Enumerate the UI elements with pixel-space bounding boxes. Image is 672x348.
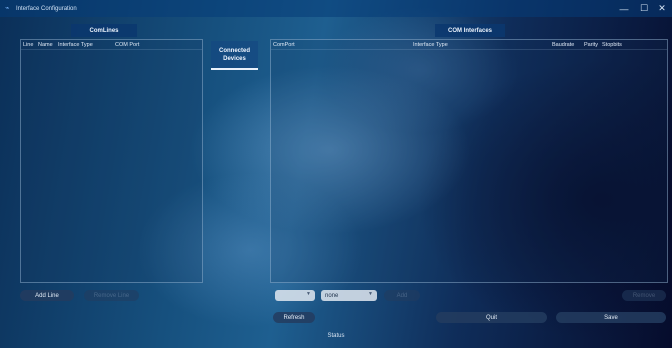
com-interfaces-table[interactable]: ComPort Interface Type Baudrate Parity S… (270, 39, 668, 283)
com-interfaces-column-headers: ComPort Interface Type Baudrate Parity S… (271, 40, 667, 50)
interface-type-select[interactable]: none ▼ (321, 290, 377, 301)
save-button[interactable]: Save (556, 312, 666, 323)
tab-connected-devices[interactable]: Connected Devices (211, 41, 258, 70)
remove-interface-button[interactable]: Remove (622, 290, 666, 301)
add-line-button[interactable]: Add Line (20, 290, 74, 301)
comlines-table[interactable]: Line Name Interface Type COM Port (20, 39, 203, 283)
com-port-select[interactable]: ▼ (275, 290, 315, 301)
column-header-com-port[interactable]: COM Port (115, 42, 155, 48)
maximize-button[interactable]: ☐ (634, 0, 654, 17)
column-header-stopbits[interactable]: Stopbits (602, 42, 632, 48)
column-header-interface-type[interactable]: Interface Type (58, 42, 115, 48)
add-interface-button[interactable]: Add (384, 290, 420, 301)
column-header-parity[interactable]: Parity (584, 42, 602, 48)
title-bar: ⌁ Interface Configuration (0, 0, 672, 17)
status-text: Status (327, 333, 345, 339)
window-title: Interface Configuration (16, 5, 77, 12)
close-button[interactable]: ✕ (652, 0, 672, 17)
tab-label-line1: Connected (218, 47, 250, 54)
comlines-header: ComLines (71, 24, 137, 37)
chevron-down-icon: ▼ (368, 291, 373, 297)
maximize-icon: ☐ (639, 3, 649, 13)
close-icon: ✕ (658, 3, 666, 13)
chevron-down-icon: ▼ (306, 291, 311, 297)
com-interfaces-header: COM Interfaces (435, 24, 505, 37)
minimize-icon: — (619, 3, 629, 14)
minimize-button[interactable]: — (614, 0, 634, 17)
tab-label-line2: Devices (223, 55, 246, 62)
refresh-button[interactable]: Refresh (273, 312, 315, 323)
quit-button[interactable]: Quit (436, 312, 547, 323)
remove-line-button[interactable]: Remove Line (84, 290, 139, 301)
comlines-column-headers: Line Name Interface Type COM Port (21, 40, 202, 50)
column-header-line[interactable]: Line (23, 42, 38, 48)
column-header-name[interactable]: Name (38, 42, 58, 48)
column-header-baudrate[interactable]: Baudrate (552, 42, 584, 48)
interface-type-select-value: none (325, 292, 339, 299)
app-icon: ⌁ (5, 4, 10, 12)
column-header-interface-type[interactable]: Interface Type (413, 42, 552, 48)
column-header-comport[interactable]: ComPort (273, 42, 413, 48)
